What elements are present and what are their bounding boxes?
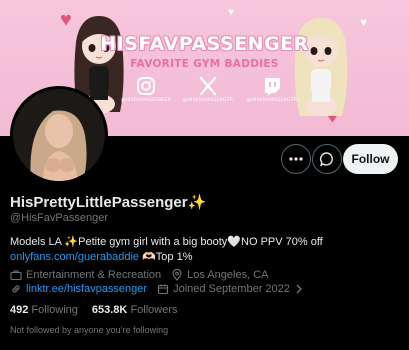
location: Los Angeles, CA bbox=[171, 269, 268, 281]
bio-text: Models LA bbox=[10, 236, 65, 248]
website-link[interactable]: linktr.ee/hisfavpassenger bbox=[26, 283, 147, 295]
banner-subtitle: FAVORITE GYM BADDIES bbox=[130, 58, 279, 70]
category: Entertainment & Recreation bbox=[10, 269, 161, 281]
x-link: @HISFAVPASSENGER bbox=[178, 76, 238, 103]
banner-title: HISFAVPASSENGER bbox=[100, 33, 309, 55]
profile-meta-row: linktr.ee/hisfavpassenger Joined Septemb… bbox=[10, 283, 318, 295]
follow-stats: 492 Following 653.8K Followers bbox=[10, 304, 192, 316]
bio-text: Top 1% bbox=[155, 251, 193, 263]
following-link[interactable]: 492 Following bbox=[10, 304, 78, 316]
more-dots-icon bbox=[289, 157, 303, 161]
username-handle: @HisFavPassenger bbox=[10, 212, 108, 224]
followers-link[interactable]: 653.8K Followers bbox=[92, 304, 178, 316]
white-heart-emoji: 🤍 bbox=[227, 236, 242, 248]
category-text: Entertainment & Recreation bbox=[26, 269, 162, 281]
message-bubble-icon bbox=[319, 152, 333, 167]
following-label: Following bbox=[31, 304, 78, 316]
x-logo-icon bbox=[199, 76, 217, 96]
twitch-icon bbox=[265, 78, 280, 96]
twitch-handle: @HISFAVPASSENGER bbox=[246, 98, 298, 103]
calendar-icon bbox=[158, 284, 169, 295]
bio-text: Petite gym girl with a big booty bbox=[78, 236, 228, 248]
join-date: Joined September 2022 bbox=[157, 283, 308, 295]
instagram-link: @HISFAVPASSENGER bbox=[116, 76, 176, 103]
heart-icon: ♥ bbox=[228, 7, 234, 18]
twitch-link: @HISFAVPASSENGER bbox=[242, 76, 302, 103]
profile-avatar[interactable] bbox=[10, 86, 108, 184]
heart-hands-emoji: 🫶🏻 bbox=[142, 251, 156, 263]
chevron-right-icon[interactable] bbox=[294, 283, 304, 295]
display-name: HisPrettyLittlePassenger✨ bbox=[10, 193, 206, 211]
following-count: 492 bbox=[10, 304, 29, 316]
instagram-icon bbox=[137, 77, 155, 95]
location-pin-icon bbox=[172, 269, 182, 281]
website: linktr.ee/hisfavpassenger bbox=[10, 283, 147, 295]
sparkles-emoji: ✨ bbox=[64, 236, 79, 248]
instagram-handle: @HISFAVPASSENGER bbox=[120, 98, 172, 103]
followers-label: Followers bbox=[130, 304, 178, 316]
followers-count: 653.8K bbox=[91, 304, 128, 316]
link-icon bbox=[12, 285, 20, 293]
briefcase-icon bbox=[10, 270, 22, 281]
message-button[interactable] bbox=[312, 144, 342, 174]
sparkles-emoji: ✨ bbox=[187, 194, 207, 211]
display-name-text: HisPrettyLittlePassenger bbox=[10, 194, 188, 211]
avatar-photo bbox=[13, 89, 105, 181]
not-followed-notice: Not followed by anyone you’re following bbox=[10, 325, 169, 335]
x-handle: @HISFAVPASSENGER bbox=[182, 98, 234, 103]
location-text: Los Angeles, CA bbox=[187, 269, 269, 281]
heart-icon: ♥ bbox=[360, 15, 368, 29]
bio-text: NO PPV 70% off bbox=[241, 236, 323, 248]
follow-button[interactable]: Follow bbox=[343, 144, 398, 174]
profile-meta-row: Entertainment & Recreation Los Angeles, … bbox=[10, 269, 278, 281]
onlyfans-link[interactable]: onlyfans.com/guerabaddie bbox=[10, 251, 139, 263]
join-date-text: Joined September 2022 bbox=[173, 283, 290, 295]
more-options-button[interactable] bbox=[281, 144, 311, 174]
profile-bio: Models LA ✨Petite gym girl with a big bo… bbox=[10, 235, 400, 265]
